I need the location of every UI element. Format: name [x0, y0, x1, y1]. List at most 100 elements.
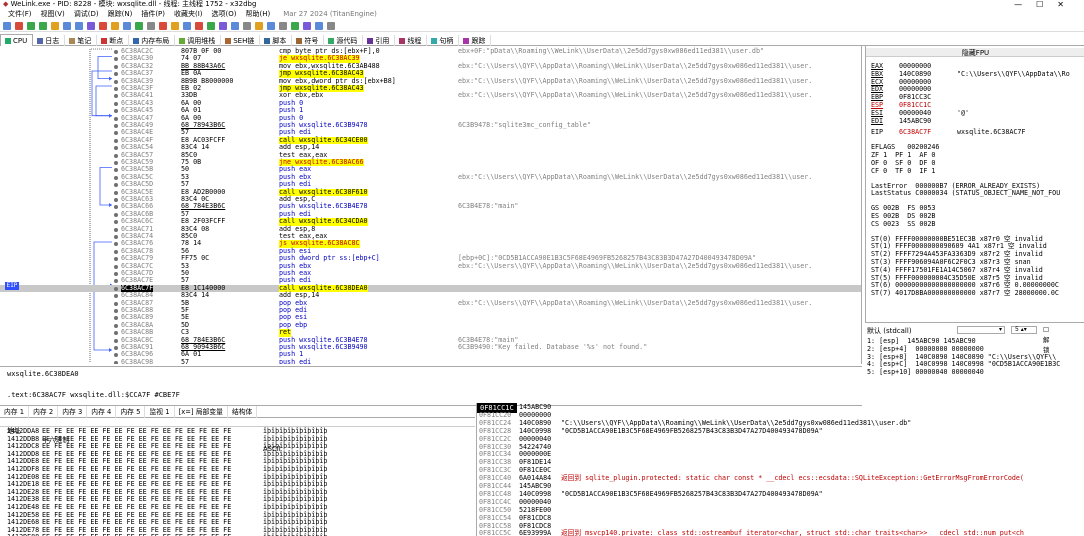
- toolbar-button-icon[interactable]: [27, 22, 35, 30]
- toolbar-button-icon[interactable]: [219, 22, 227, 30]
- segment-line[interactable]: ES 002B DS 002B: [871, 212, 935, 220]
- menu-item-5[interactable]: 收藏夹(I): [174, 10, 203, 18]
- breakpoint-dot-icon[interactable]: [114, 294, 118, 299]
- stack-row[interactable]: 0F81CC2C 00000040: [477, 435, 1084, 444]
- breakpoint-dot-icon[interactable]: [114, 279, 118, 284]
- breakpoint-dot-icon[interactable]: [114, 242, 118, 247]
- toolbar-button-icon[interactable]: [207, 22, 215, 30]
- toolbar-button-icon[interactable]: [51, 22, 59, 30]
- register-ebx[interactable]: EBX 140C0890 "C:\\Users\\QYF\\AppData\\Ro: [871, 70, 1070, 78]
- breakpoint-dot-icon[interactable]: [114, 131, 118, 136]
- toolbar-button-icon[interactable]: [315, 22, 323, 30]
- flags-line[interactable]: ZF 1 PF 1 AF 0: [871, 151, 935, 159]
- argument-row[interactable]: 4: [esp+C] 140C0998 140C0998 "0CD5B1ACCA…: [867, 360, 1060, 368]
- toolbar-button-icon[interactable]: [159, 22, 167, 30]
- fpu-line[interactable]: ST(4) FFFF17501FE1A14C5067 x87r4 空 inval…: [871, 266, 1043, 274]
- tab-cpu[interactable]: CPU: [0, 34, 34, 46]
- toolbar-button-icon[interactable]: [63, 22, 71, 30]
- breakpoint-dot-icon[interactable]: [114, 50, 118, 54]
- breakpoint-dot-icon[interactable]: [114, 272, 118, 276]
- stack-row[interactable]: 0F81CC34 0000000E: [477, 450, 1084, 459]
- menu-item-3[interactable]: 跟踪(N): [108, 10, 133, 18]
- hide-fpu-button[interactable]: 隐藏FPU: [866, 48, 1084, 57]
- breakpoint-dot-icon[interactable]: [114, 257, 118, 262]
- arg-count-spinner[interactable]: 5 ▴▾: [1011, 326, 1037, 334]
- breakpoint-dot-icon[interactable]: [114, 116, 118, 121]
- toolbar-button-icon[interactable]: [231, 22, 239, 30]
- dump-tab-5[interactable]: 监视 1: [145, 406, 175, 418]
- eflags-line[interactable]: EFLAGS 00200246: [871, 143, 939, 151]
- breakpoint-dot-icon[interactable]: [114, 57, 118, 62]
- breakpoint-dot-icon[interactable]: [114, 249, 118, 254]
- breakpoint-dot-icon[interactable]: [114, 94, 118, 99]
- breakpoint-dot-icon[interactable]: [114, 175, 118, 180]
- argument-row[interactable]: 1: [esp] 145ABC90 145ABC90: [867, 337, 976, 345]
- toolbar-button-icon[interactable]: [303, 22, 311, 30]
- stack-row[interactable]: 0F81CC50 5218FE00: [477, 506, 1084, 515]
- breakpoint-dot-icon[interactable]: [114, 138, 118, 143]
- toolbar-button-icon[interactable]: [327, 22, 335, 30]
- toolbar-button-icon[interactable]: [243, 22, 251, 30]
- breakpoint-dot-icon[interactable]: [114, 79, 118, 84]
- window-controls[interactable]: —☐✕: [1014, 0, 1078, 9]
- dump-tab-0[interactable]: 内存 1: [0, 406, 30, 418]
- toolbar-button-icon[interactable]: [279, 22, 287, 30]
- register-ebp[interactable]: EBP 0F81CC3C: [871, 93, 931, 101]
- stack-row[interactable]: 0F81CC30 54224740: [477, 443, 1084, 452]
- fpu-line[interactable]: ST(2) FFFF7294A453FA3363D9 x87r2 空 inval…: [871, 250, 1043, 258]
- fpu-line[interactable]: ST(3) FFFF906094A0F6C2F0C3 x87r3 空 snan: [871, 258, 1031, 266]
- flags-line[interactable]: OF 0 SF 0 DF 0: [871, 159, 935, 167]
- memory-dump[interactable]: 1412DDA8 EE FE EE FE EE FE EE FE EE FE EE…: [0, 427, 475, 536]
- laststatus-line[interactable]: LastStatus C0000034 (STATUS_OBJECT_NAME_…: [871, 189, 1060, 197]
- breakpoint-dot-icon[interactable]: [114, 183, 118, 188]
- breakpoint-dot-icon[interactable]: [114, 161, 118, 165]
- toolbar-button-icon[interactable]: [171, 22, 179, 30]
- arguments-panel[interactable]: 默认 (stdcall) ▾ 5 ▴▾ ☐ 解锁 1: [esp] 145ABC…: [865, 322, 1084, 408]
- breakpoint-dot-icon[interactable]: [114, 109, 118, 114]
- breakpoint-dot-icon[interactable]: [114, 331, 118, 336]
- toolbar-button-icon[interactable]: [99, 22, 107, 30]
- breakpoint-dot-icon[interactable]: [114, 301, 118, 306]
- stack-row[interactable]: 0F81CC4C 00000040: [477, 498, 1084, 507]
- register-eip[interactable]: EIP 6C38AC7F wxsqlite.6C38AC7F: [871, 128, 1025, 136]
- stack-row[interactable]: 0F81CC5C 6E93999A 返回到 msvcp140.private: cl…: [477, 529, 1084, 536]
- register-eax[interactable]: EAX 00000000: [871, 62, 931, 70]
- breakpoint-dot-icon[interactable]: [114, 316, 118, 321]
- dump-tab-4[interactable]: 内存 5: [116, 406, 146, 418]
- toolbar-button-icon[interactable]: [135, 22, 143, 30]
- breakpoint-dot-icon[interactable]: [114, 101, 118, 106]
- register-esi[interactable]: ESI 00000040 '@': [871, 109, 969, 117]
- breakpoint-dot-icon[interactable]: [114, 153, 118, 158]
- toolbar-button-icon[interactable]: [111, 22, 119, 30]
- menu-item-1[interactable]: 视图(V): [41, 10, 65, 18]
- convention-dropdown-icon[interactable]: ▾: [957, 326, 1005, 334]
- argument-row[interactable]: 2: [esp+4] 00000000 00000000: [867, 345, 984, 353]
- segment-line[interactable]: CS 0023 SS 002B: [871, 220, 935, 228]
- breakpoint-dot-icon[interactable]: [114, 227, 118, 232]
- breakpoint-dot-icon[interactable]: [114, 124, 118, 128]
- registers-panel[interactable]: 隐藏FPU EAX 00000000 EBX 140C0890 "C:\\Users\\…: [865, 46, 1084, 364]
- menu-item-7[interactable]: 帮助(H): [246, 10, 271, 18]
- toolbar-button-icon[interactable]: [15, 22, 23, 30]
- stack-row[interactable]: 0F81CC54 0F81CDC8: [477, 514, 1084, 523]
- breakpoint-dot-icon[interactable]: [114, 323, 118, 328]
- toolbar-button-icon[interactable]: [87, 22, 95, 30]
- stack-row[interactable]: 0F81CC48 140C0998 "0CD5B1ACCA90E1B3C5F68E4…: [477, 490, 1084, 499]
- breakpoint-dot-icon[interactable]: [114, 190, 118, 195]
- toolbar-button-icon[interactable]: [255, 22, 263, 30]
- toolbar-button-icon[interactable]: [267, 22, 275, 30]
- dump-tab-7[interactable]: 结构体: [228, 406, 258, 418]
- menu-item-4[interactable]: 插件(P): [141, 10, 165, 18]
- register-edi[interactable]: EDI 145ABC90: [871, 117, 931, 125]
- toolbar-button-icon[interactable]: [3, 22, 11, 30]
- breakpoint-dot-icon[interactable]: [114, 87, 118, 91]
- fpu-line[interactable]: ST(7) 4017D8BA000000000000 x87r7 空 28000…: [871, 289, 1059, 297]
- flags-line[interactable]: CF 0 TF 0 IF 1: [871, 167, 935, 175]
- disasm-row[interactable]: 6C38AC98 57 push edi: [0, 358, 861, 364]
- menu-item-0[interactable]: 文件(F): [8, 10, 32, 18]
- breakpoint-dot-icon[interactable]: [114, 72, 118, 77]
- breakpoint-dot-icon[interactable]: [114, 205, 118, 210]
- stack-view[interactable]: 0F81CC1C 145ABC90 0F81CC20 00000000 0F81CC24…: [476, 403, 1084, 536]
- stack-row[interactable]: 0F81CC1C 145ABC90: [477, 403, 1084, 413]
- calling-convention-select[interactable]: 默认 (stdcall) ▾ 5 ▴▾ ☐ 解锁: [867, 326, 1050, 354]
